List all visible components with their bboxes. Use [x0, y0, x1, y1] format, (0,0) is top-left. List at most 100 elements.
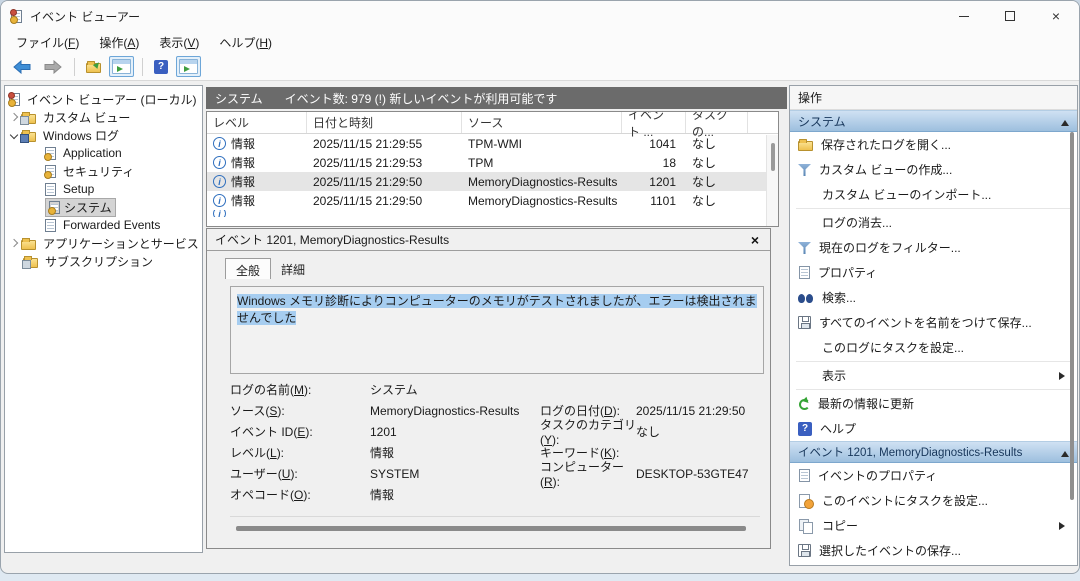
- action-clear-log[interactable]: ログの消去...: [790, 210, 1077, 235]
- action-save-all-events[interactable]: すべてのイベントを名前をつけて保存...: [790, 310, 1077, 335]
- event-properties-icon: [799, 469, 810, 482]
- actions-separator: [796, 361, 1071, 362]
- log-name-label: ログの名前(M):: [230, 381, 370, 398]
- menu-view[interactable]: 表示(V): [150, 32, 208, 53]
- actions-section-system[interactable]: システム: [790, 110, 1077, 132]
- tab-general[interactable]: 全般: [225, 258, 271, 279]
- event-list-scrollbar[interactable]: [766, 135, 778, 226]
- event-source: MemoryDiagnostics-Results: [462, 194, 622, 208]
- logged-value: 2025/11/15 21:29:50: [636, 404, 764, 418]
- forward-button[interactable]: [40, 57, 66, 77]
- tree-item-forwarded-events[interactable]: Forwarded Events: [5, 216, 202, 234]
- tree-item-application[interactable]: Application: [5, 144, 202, 162]
- action-attach-task-to-log[interactable]: このログにタスクを設定...: [790, 335, 1077, 360]
- tree-item-setup[interactable]: Setup: [5, 180, 202, 198]
- scrollbar-thumb[interactable]: [236, 526, 746, 531]
- save-icon: [798, 316, 811, 329]
- export-log-icon: [86, 63, 101, 73]
- tree-item-apps-services-logs[interactable]: アプリケーションとサービス ログ: [5, 234, 202, 252]
- log-name: システム: [215, 90, 263, 107]
- action-create-custom-view[interactable]: カスタム ビューの作成...: [790, 157, 1077, 182]
- close-icon: ×: [1052, 9, 1060, 23]
- menu-file[interactable]: ファイル(F): [7, 32, 88, 53]
- action-filter-current-log[interactable]: 現在のログをフィルター...: [790, 235, 1077, 260]
- column-source[interactable]: ソース: [462, 112, 622, 133]
- collapse-icon[interactable]: [1061, 116, 1069, 126]
- action-pane-toggle-button[interactable]: [176, 56, 201, 77]
- source-label: ソース(S):: [230, 402, 370, 419]
- event-viewer-icon: [9, 93, 20, 106]
- event-row[interactable]: 情報 2025/11/15 21:29:55 TPM-WMI 1041 なし: [207, 134, 778, 153]
- back-button[interactable]: [9, 57, 35, 77]
- console-tree-toggle-button[interactable]: [109, 56, 134, 77]
- help-icon: [154, 60, 168, 74]
- action-properties[interactable]: プロパティ: [790, 260, 1077, 285]
- chevron-right-icon[interactable]: [10, 113, 18, 121]
- tree-item-custom-views[interactable]: カスタム ビュー: [5, 108, 202, 126]
- help-button[interactable]: [151, 57, 171, 77]
- tree-item-windows-logs[interactable]: Windows ログ: [5, 126, 202, 144]
- collapse-icon[interactable]: [1061, 447, 1069, 457]
- windows-logs-icon: [21, 132, 36, 142]
- section-title: システム: [798, 113, 846, 130]
- action-view[interactable]: 表示: [790, 363, 1077, 388]
- menu-action[interactable]: 操作(A): [90, 32, 148, 53]
- log-name-value: システム: [370, 381, 764, 398]
- event-task: なし: [686, 154, 748, 171]
- actions-scrollbar[interactable]: [1070, 132, 1074, 500]
- tree-item-label: カスタム ビュー: [40, 108, 133, 127]
- close-button[interactable]: ×: [1033, 1, 1079, 31]
- info-icon: [213, 156, 226, 169]
- detail-hscrollbar[interactable]: [230, 524, 762, 534]
- action-save-selected-events[interactable]: 選択したイベントの保存...: [790, 538, 1077, 563]
- scrollbar-thumb[interactable]: [771, 143, 775, 171]
- column-datetime[interactable]: 日付と時刻: [307, 112, 462, 133]
- event-detail-pane: イベント 1201, MemoryDiagnostics-Results × 全…: [206, 228, 771, 549]
- chevron-right-icon[interactable]: [10, 239, 18, 247]
- custom-views-icon: [21, 114, 36, 124]
- menu-help[interactable]: ヘルプ(H): [210, 32, 281, 53]
- export-log-button[interactable]: [83, 57, 104, 76]
- security-log-icon: [45, 165, 56, 178]
- action-refresh[interactable]: 最新の情報に更新: [790, 391, 1077, 416]
- event-description-box[interactable]: Windows メモリ診断によりコンピューターのメモリがテストされましたが、エラ…: [230, 286, 764, 374]
- action-open-saved-log[interactable]: 保存されたログを開く...: [790, 132, 1077, 157]
- action-attach-task-to-event[interactable]: このイベントにタスクを設定...: [790, 488, 1077, 513]
- column-task-category[interactable]: タスクの...: [686, 112, 748, 133]
- action-help[interactable]: ヘルプ: [790, 416, 1077, 441]
- tree-item-label: イベント ビューアー (ローカル): [24, 90, 199, 109]
- tab-details[interactable]: 詳細: [271, 258, 315, 279]
- action-copy[interactable]: コピー: [790, 513, 1077, 538]
- column-level[interactable]: レベル: [207, 112, 307, 133]
- event-row[interactable]: 情報 2025/11/15 21:29:50 MemoryDiagnostics…: [207, 191, 778, 210]
- event-row[interactable]: [207, 210, 778, 217]
- action-find[interactable]: 検索...: [790, 285, 1077, 310]
- action-event-properties[interactable]: イベントのプロパティ: [790, 463, 1077, 488]
- tree-item-security[interactable]: セキュリティ: [5, 162, 202, 180]
- event-source: TPM-WMI: [462, 137, 622, 151]
- minimize-button[interactable]: [941, 1, 987, 31]
- action-label: 表示: [822, 367, 846, 384]
- chevron-down-icon[interactable]: [10, 131, 18, 139]
- tree-item-system[interactable]: システム: [5, 198, 202, 216]
- event-task: なし: [686, 135, 748, 152]
- event-datetime: 2025/11/15 21:29:50: [307, 175, 462, 189]
- tree-item-root[interactable]: イベント ビューアー (ローカル): [5, 90, 202, 108]
- create-custom-view-icon: [798, 164, 811, 176]
- action-label: ログの消去...: [822, 214, 892, 231]
- event-row[interactable]: 情報 2025/11/15 21:29:53 TPM 18 なし: [207, 153, 778, 172]
- tree-item-subscriptions[interactable]: サブスクリプション: [5, 252, 202, 270]
- column-event-id[interactable]: イベント ...: [622, 112, 686, 133]
- action-import-custom-view[interactable]: カスタム ビューのインポート...: [790, 182, 1077, 207]
- event-id-value: 1201: [370, 425, 540, 439]
- event-row-selected[interactable]: 情報 2025/11/15 21:29:50 MemoryDiagnostics…: [207, 172, 778, 191]
- event-level: 情報: [231, 135, 255, 152]
- maximize-button[interactable]: [987, 1, 1033, 31]
- detail-close-icon[interactable]: ×: [748, 232, 762, 248]
- back-icon: [12, 60, 32, 74]
- tree-item-label: アプリケーションとサービス ログ: [40, 234, 203, 253]
- source-value: MemoryDiagnostics-Results: [370, 404, 540, 418]
- actions-section-event[interactable]: イベント 1201, MemoryDiagnostics-Results: [790, 441, 1077, 463]
- filter-icon: [798, 242, 811, 254]
- save-selected-icon: [798, 544, 811, 557]
